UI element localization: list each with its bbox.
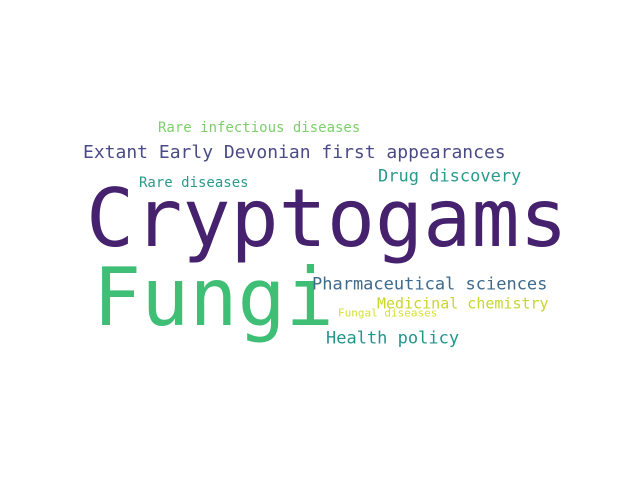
word-fungi: Fungi <box>93 251 334 344</box>
word-rare-infectious-diseases: Rare infectious diseases <box>158 120 361 136</box>
word-cryptogams: Cryptogams <box>86 172 568 265</box>
word-cloud: Rare infectious diseases Extant Early De… <box>0 0 640 480</box>
word-fungal-diseases: Fungal diseases <box>338 306 438 320</box>
word-extant-early-devonian: Extant Early Devonian first appearances <box>83 142 506 163</box>
word-pharmaceutical-sciences: Pharmaceutical sciences <box>312 274 548 295</box>
word-health-policy: Health policy <box>326 328 460 349</box>
